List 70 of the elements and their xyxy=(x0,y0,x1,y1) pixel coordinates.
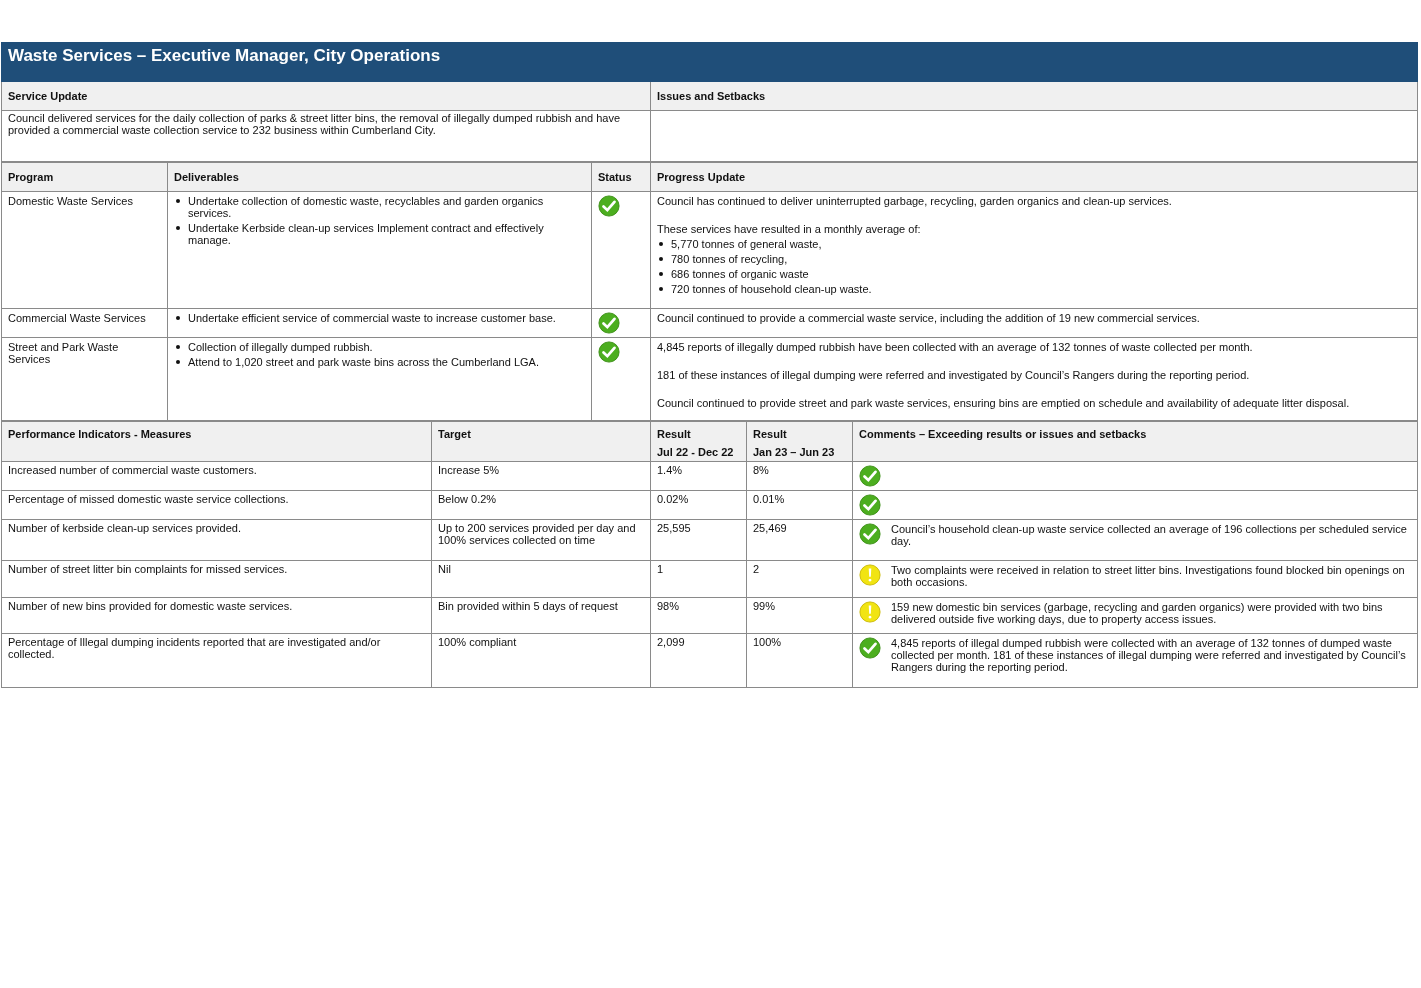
column-header: Program xyxy=(1,162,168,192)
table-cell: Up to 200 services provided per day and 100% services collected on time xyxy=(431,519,651,561)
bullet-icon xyxy=(659,287,663,291)
list-item: 686 tonnes of organic waste xyxy=(671,268,810,280)
bullet-icon xyxy=(176,226,180,230)
table-cell: 100% xyxy=(746,633,853,688)
table-cell: Number of new bins provided for domestic waste services. xyxy=(1,597,432,634)
table-cell: Below 0.2% xyxy=(431,490,651,520)
list-item: 780 tonnes of recycling, xyxy=(671,253,789,265)
table-cell: 98% xyxy=(650,597,747,634)
table-cell: 0.02% xyxy=(650,490,747,520)
period-label: Jul 22 - Dec 22 xyxy=(657,446,735,458)
bullet-icon xyxy=(659,272,663,276)
table-cell: 0.01% xyxy=(746,490,853,520)
bullet-icon xyxy=(176,316,180,320)
table-cell: Number of kerbside clean-up services provided. xyxy=(1,519,432,561)
paragraph: Council continued to provide street and park waste services, ensuring bins are emptied on schedule and availability of adequate litter disposal. xyxy=(657,397,1351,409)
column-header: Status xyxy=(591,162,651,192)
table-cell: 25,595 xyxy=(650,519,747,561)
table-cell: Council delivered services for the daily collection of parks & street litter bins, the removal of illegally dumped rubbish and have provided a commercial waste collection service to 232 business within Cumberland City. xyxy=(1,110,651,162)
paragraph: 4,845 reports of illegally dumped rubbish have been collected with an average of 132 tonnes of waste collected per month. xyxy=(657,341,1254,353)
comment-text: 4,845 reports of illegal dumped rubbish were collected with an average of 132 tonnes of dumped waste collected per month. 181 of these instances of illegal dumping were referred and investigated by Council’s Rangers during the reporting period. xyxy=(891,636,1407,673)
table-cell: Percentage of missed domestic waste service collections. xyxy=(1,490,432,520)
column-header: Deliverables xyxy=(167,162,592,192)
list-item: Undertake Kerbside clean-up services Implement contract and effectively manage. xyxy=(188,222,545,246)
column-header: Comments – Exceeding results or issues and setbacks xyxy=(859,428,1148,440)
bullet-icon xyxy=(659,242,663,246)
table-cell: Domestic Waste Services xyxy=(1,191,168,309)
bullet-icon xyxy=(176,345,180,349)
table-cell: Percentage of Illegal dumping incidents reported that are investigated and/or collected. xyxy=(1,633,432,688)
list-item: Collection of illegally dumped rubbish. xyxy=(188,341,374,353)
column-header: Progress Update xyxy=(650,162,1418,192)
comment-text: Council’s household clean-up waste service collected an average of 196 collections per scheduled service day. xyxy=(891,522,1408,547)
table-cell: Increase 5% xyxy=(431,461,651,491)
paragraph: Council has continued to deliver uninterrupted garbage, recycling, garden organics and clean-up services. xyxy=(657,195,1173,207)
paragraph: These services have resulted in a monthly average of: xyxy=(657,223,922,235)
bullet-icon xyxy=(659,257,663,261)
period-label: Jan 23 – Jun 23 xyxy=(753,446,836,458)
table-cell: 99% xyxy=(746,597,853,634)
list-item: Undertake efficient service of commercial waste to increase customer base. xyxy=(188,312,557,324)
column-header: Target xyxy=(438,428,472,440)
table-cell: 2,099 xyxy=(650,633,747,688)
comment-text: 159 new domestic bin services (garbage, recycling and garden organics) were provided with two bins delivered outside five working days, due to property access issues. xyxy=(891,600,1384,625)
table-cell: Bin provided within 5 days of request xyxy=(431,597,651,634)
list-item: 5,770 tonnes of general waste, xyxy=(671,238,823,250)
table-cell: Street and Park Waste Services xyxy=(1,337,168,421)
table-cell: 25,469 xyxy=(746,519,853,561)
column-header: Result xyxy=(753,428,788,440)
page-title: Waste Services – Executive Manager, City Operations xyxy=(1,42,1418,82)
column-header: Result xyxy=(657,428,692,440)
column-header: Service Update xyxy=(1,82,651,111)
table-cell: Number of street litter bin complaints for missed services. xyxy=(1,560,432,598)
list-item: 720 tonnes of household clean-up waste. xyxy=(671,283,873,295)
table-cell: Increased number of commercial waste customers. xyxy=(1,461,432,491)
table-cell: 2 xyxy=(746,560,853,598)
list-item: Attend to 1,020 street and park waste bins across the Cumberland LGA. xyxy=(188,356,540,368)
list-item: Undertake collection of domestic waste, recyclables and garden organics services. xyxy=(188,195,545,219)
comment-text: Two complaints were received in relation to street litter bins. Investigations found blocked bin openings on both occasions. xyxy=(891,563,1406,588)
table-cell: 8% xyxy=(746,461,853,491)
bullet-icon xyxy=(176,360,180,364)
table-cell: Commercial Waste Services xyxy=(1,308,168,338)
column-header: Performance Indicators - Measures xyxy=(8,428,193,440)
table-cell: 1 xyxy=(650,560,747,598)
column-header: Issues and Setbacks xyxy=(650,82,1418,111)
table-cell: Nil xyxy=(431,560,651,598)
table-cell: 100% compliant xyxy=(431,633,651,688)
paragraph: 181 of these instances of illegal dumping were referred and investigated by Council’s Rangers during the reporting period. xyxy=(657,369,1251,381)
table-cell: 1.4% xyxy=(650,461,747,491)
bullet-icon xyxy=(176,199,180,203)
paragraph: Council continued to provide a commercial waste service, including the addition of 19 new commercial services. xyxy=(657,312,1201,324)
